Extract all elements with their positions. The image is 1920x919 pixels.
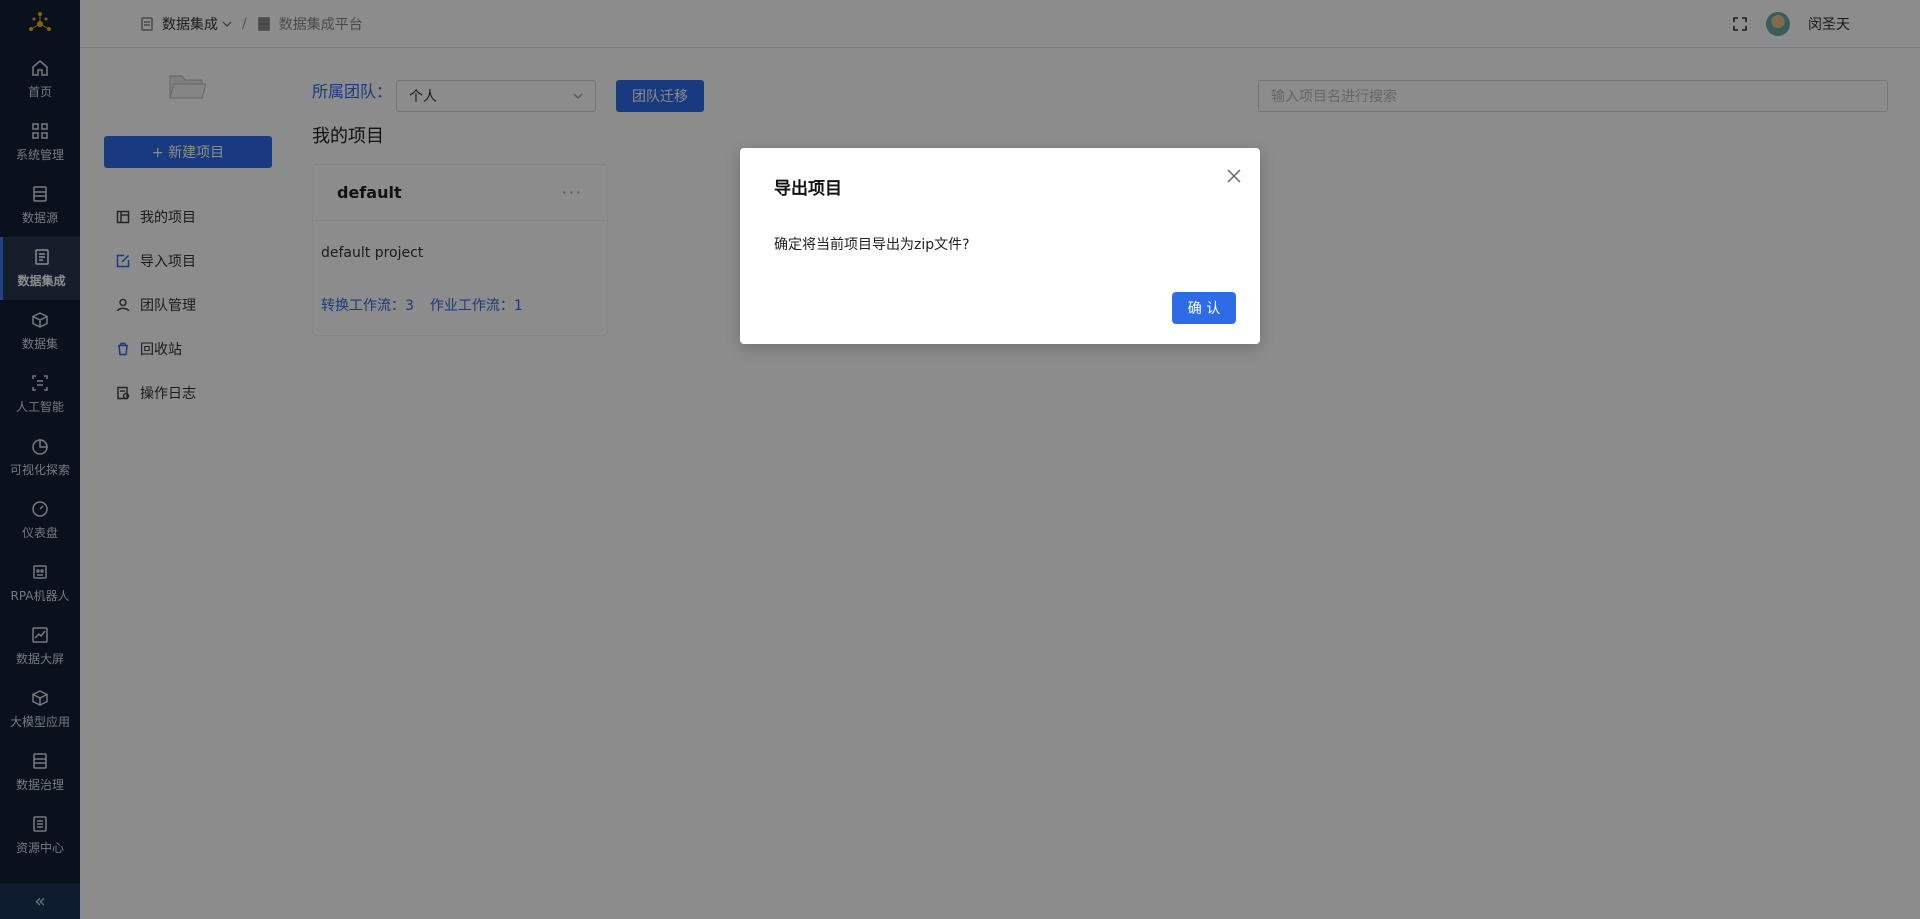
dialog-title: 导出项目 <box>774 179 842 199</box>
modal-overlay[interactable] <box>0 0 1920 919</box>
dialog-message: 确定将当前项目导出为zip文件? <box>774 237 970 253</box>
confirm-button[interactable]: 确 认 <box>1172 292 1236 324</box>
export-project-dialog: 导出项目 确定将当前项目导出为zip文件? 确 认 <box>740 148 1260 344</box>
close-icon[interactable] <box>1226 168 1242 184</box>
